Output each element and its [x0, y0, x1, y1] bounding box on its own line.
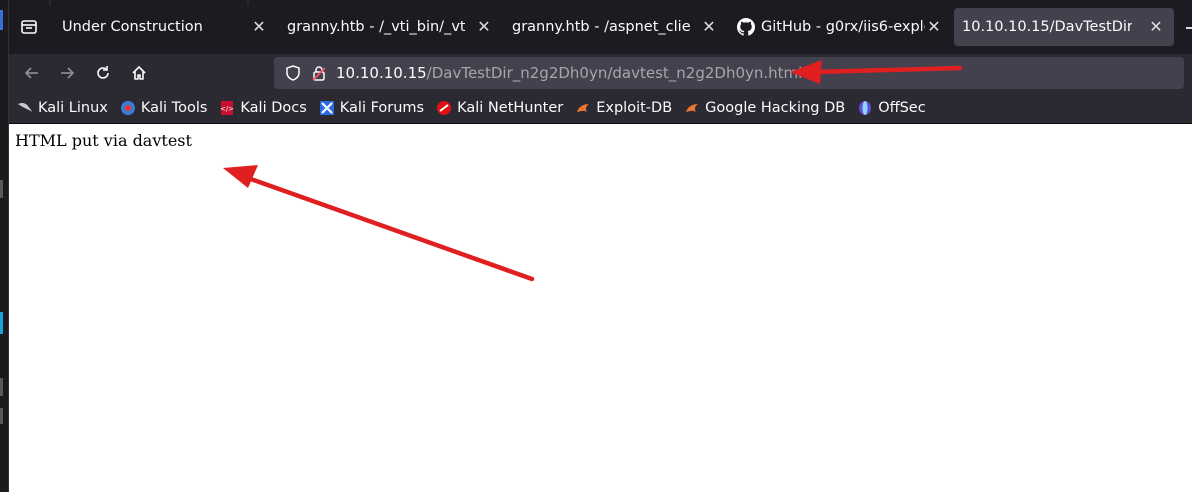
bookmark-label: Google Hacking DB — [705, 99, 846, 116]
home-button[interactable] — [125, 60, 153, 86]
bookmark-kali-nethunter[interactable]: Kali NetHunter — [436, 100, 563, 116]
bookmark-kali-forums[interactable]: Kali Forums — [319, 100, 424, 116]
tracking-protection-shield-icon[interactable] — [284, 64, 302, 86]
tab-vti-adm[interactable]: granny.htb - /_vti_bin/_vti_adm/ ✕ — [277, 8, 502, 46]
bookmark-label: OffSec — [878, 99, 926, 116]
close-tab-icon[interactable]: ✕ — [474, 17, 494, 37]
bookmark-exploit-db[interactable]: Exploit-DB — [575, 100, 672, 116]
forward-button[interactable] — [53, 60, 81, 86]
bookmarks-toolbar: Kali Linux Kali Tools </> Kali Docs Kali… — [9, 92, 1192, 124]
kali-docs-icon: </> — [219, 100, 235, 116]
nethunter-icon — [436, 100, 452, 116]
bookmark-label: Exploit-DB — [596, 99, 673, 116]
panel-indicator — [0, 312, 3, 334]
url-host: 10.10.10.15 — [336, 64, 427, 82]
url-text[interactable]: 10.10.10.15/DavTestDir_n2g2Dh0yn/davtest… — [336, 64, 802, 82]
panel-indicator — [0, 408, 3, 424]
kali-tools-icon — [120, 100, 136, 116]
svg-text:</>: </> — [220, 105, 234, 113]
github-icon — [727, 18, 761, 36]
exploit-db-icon — [575, 100, 591, 116]
bookmark-label: Kali Tools — [140, 99, 208, 116]
new-tab-icon[interactable] — [1186, 27, 1192, 29]
tab-title: granny.htb - /aspnet_client/system_web/ — [512, 19, 690, 35]
tab-title: Under Construction — [62, 19, 203, 35]
close-tab-icon[interactable]: ✕ — [249, 17, 269, 37]
kali-dragon-icon — [17, 100, 33, 116]
reload-button[interactable] — [89, 60, 117, 86]
tab-aspnet-client[interactable]: granny.htb - /aspnet_client/system_web/ … — [502, 8, 727, 46]
tab-under-construction[interactable]: Under Construction ✕ — [52, 8, 277, 46]
offsec-icon — [857, 100, 873, 116]
bookmark-kali-docs[interactable]: </> Kali Docs — [219, 100, 306, 116]
tab-bar: Under Construction ✕ granny.htb - /_vti_… — [9, 0, 1192, 54]
close-tab-icon[interactable]: ✕ — [924, 17, 944, 37]
close-tab-icon[interactable]: ✕ — [699, 17, 719, 37]
bookmark-kali-tools[interactable]: Kali Tools — [120, 99, 208, 116]
back-arrow-icon — [24, 67, 38, 79]
url-bar[interactable]: 10.10.10.15/DavTestDir_n2g2Dh0yn/davtest… — [274, 57, 1184, 89]
bookmark-label: Kali NetHunter — [457, 99, 564, 116]
back-button[interactable] — [18, 60, 46, 86]
page-body-text: HTML put via davtest — [15, 131, 192, 150]
insecure-lock-icon[interactable] — [310, 64, 328, 86]
bookmark-offsec[interactable]: OffSec — [857, 100, 926, 116]
tab-separator — [49, 0, 51, 6]
tab-title: 10.10.10.15/DavTestDir_n2g2Dh0yn/davtest… — [962, 19, 1132, 35]
page-content: HTML put via davtest — [9, 125, 1192, 492]
bookmark-google-hacking-db[interactable]: Google Hacking DB — [684, 100, 845, 116]
tab-title: granny.htb - /_vti_bin/_vti_adm/ — [287, 19, 465, 35]
panel-indicator — [0, 378, 3, 396]
tab-overview-icon[interactable] — [19, 17, 39, 37]
bookmark-label: Kali Docs — [240, 99, 307, 116]
tab-title: GitHub - g0rx/iis6-exploit-2017-CVE-2017… — [761, 19, 925, 35]
desktop-side-panel — [0, 0, 9, 492]
ghdb-icon — [684, 100, 700, 116]
kali-forums-icon — [319, 100, 335, 116]
forward-arrow-icon — [61, 67, 75, 79]
panel-indicator — [0, 180, 3, 198]
tab-davtest-active[interactable]: 10.10.10.15/DavTestDir_n2g2Dh0yn/davtest… — [954, 8, 1174, 46]
close-tab-icon[interactable]: ✕ — [1146, 17, 1166, 37]
panel-indicator — [0, 10, 3, 30]
bookmark-label: Kali Linux — [38, 99, 108, 116]
tab-github[interactable]: GitHub - g0rx/iis6-exploit-2017-CVE-2017… — [727, 8, 952, 46]
tab-separator — [247, 0, 249, 6]
url-path: /DavTestDir_n2g2Dh0yn/davtest_n2g2Dh0yn.… — [426, 64, 803, 82]
home-icon — [132, 66, 146, 80]
bookmark-kali-linux[interactable]: Kali Linux — [17, 100, 108, 116]
bookmark-label: Kali Forums — [339, 99, 425, 116]
reload-icon — [97, 66, 109, 79]
navigation-toolbar: 10.10.10.15/DavTestDir_n2g2Dh0yn/davtest… — [9, 54, 1192, 92]
